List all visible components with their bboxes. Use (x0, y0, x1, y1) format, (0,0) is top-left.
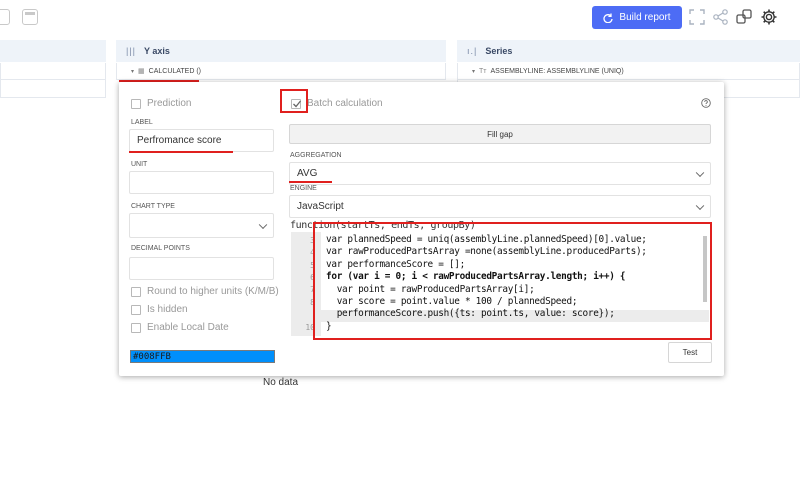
share-icon[interactable] (712, 8, 730, 26)
fill-gap-label: Fill gap (487, 129, 513, 139)
no-data-text: No data (263, 377, 299, 388)
engine-value: JavaScript (297, 201, 344, 212)
left-column-row (0, 80, 106, 98)
round-units-label: Round to higher units (K/M/B) (147, 286, 279, 297)
label-input-value: Perfromance score (137, 135, 222, 146)
chevron-down-icon (695, 168, 705, 177)
chevron-down-icon (258, 220, 268, 229)
local-date-checkbox[interactable] (131, 322, 141, 333)
bar-chart-icon: ı.| (467, 46, 478, 56)
chevron-down-icon (695, 201, 705, 210)
series-title: Series (485, 46, 513, 56)
build-report-label: Build report (619, 12, 671, 23)
refresh-icon (603, 13, 614, 23)
aggregation-select[interactable]: AVG (289, 162, 711, 185)
fill-gap-button[interactable]: Fill gap (289, 124, 711, 144)
series-header: ı.| Series (457, 40, 800, 62)
unit-caption: UNIT (131, 161, 148, 168)
highlight-box-code (313, 222, 712, 340)
aggregation-caption: AGGREGATION (290, 152, 342, 159)
chevron-down-icon: ▾ (472, 68, 476, 75)
prediction-label: Prediction (147, 98, 192, 109)
engine-caption: ENGINE (290, 185, 317, 192)
chevron-down-icon: ▾ (131, 68, 135, 75)
batch-label: Batch calculation (307, 98, 383, 109)
chart-type-select[interactable] (129, 213, 274, 238)
series-item-label: ASSEMBLYLINE: ASSEMBLYLINE (UNIQ) (490, 67, 624, 75)
unit-input[interactable] (129, 171, 274, 194)
y-axis-title: Y axis (144, 46, 170, 56)
test-button[interactable]: Test (668, 342, 712, 363)
calculator-icon: ▦ (138, 68, 145, 75)
prediction-checkbox[interactable] (131, 98, 141, 109)
test-label: Test (682, 348, 698, 357)
toolbar-ghost-icon[interactable] (0, 9, 10, 25)
local-date-label: Enable Local Date (147, 322, 229, 333)
round-units-row[interactable]: Round to higher units (K/M/B) (131, 286, 279, 297)
copy-icon[interactable] (735, 8, 753, 26)
is-hidden-label: Is hidden (147, 304, 188, 315)
engine-select[interactable]: JavaScript (289, 195, 711, 218)
prediction-checkbox-row[interactable]: Prediction (131, 98, 191, 109)
decimal-points-caption: DECIMAL POINTS (131, 245, 190, 252)
y-axis-item[interactable]: ▾ ▦ CALCULATED () (116, 63, 446, 80)
bars-icon: ||| (126, 46, 137, 56)
fullscreen-icon[interactable] (688, 8, 706, 26)
is-hidden-checkbox[interactable] (131, 304, 141, 315)
left-column-sub (0, 63, 106, 80)
top-toolbar: Build report (0, 0, 800, 36)
local-date-row[interactable]: Enable Local Date (131, 322, 229, 333)
highlight-box-batch (280, 89, 308, 113)
is-hidden-row[interactable]: Is hidden (131, 304, 188, 315)
settings-icon[interactable] (760, 8, 778, 26)
toolbar-window-icon[interactable] (22, 9, 38, 25)
build-report-button[interactable]: Build report (592, 6, 682, 29)
color-value: #008FFB (133, 351, 171, 362)
text-type-icon: Tт (479, 67, 487, 75)
series-item[interactable]: ▾ Tт ASSEMBLYLINE: ASSEMBLYLINE (UNIQ) (457, 63, 800, 80)
help-icon[interactable] (701, 98, 711, 108)
label-input[interactable]: Perfromance score (129, 129, 274, 152)
left-column-header (0, 40, 106, 62)
label-caption: LABEL (131, 119, 153, 126)
round-units-checkbox[interactable] (131, 286, 141, 297)
y-axis-item-label: CALCULATED () (148, 67, 202, 75)
y-axis-header: ||| Y axis (116, 40, 446, 62)
aggregation-value: AVG (297, 168, 318, 179)
color-picker[interactable]: #008FFB (130, 350, 275, 363)
highlight-underline-aggregation (289, 181, 332, 183)
chart-type-caption: CHART TYPE (131, 203, 175, 210)
highlight-underline-label (129, 151, 233, 153)
decimal-points-input[interactable] (129, 257, 274, 280)
